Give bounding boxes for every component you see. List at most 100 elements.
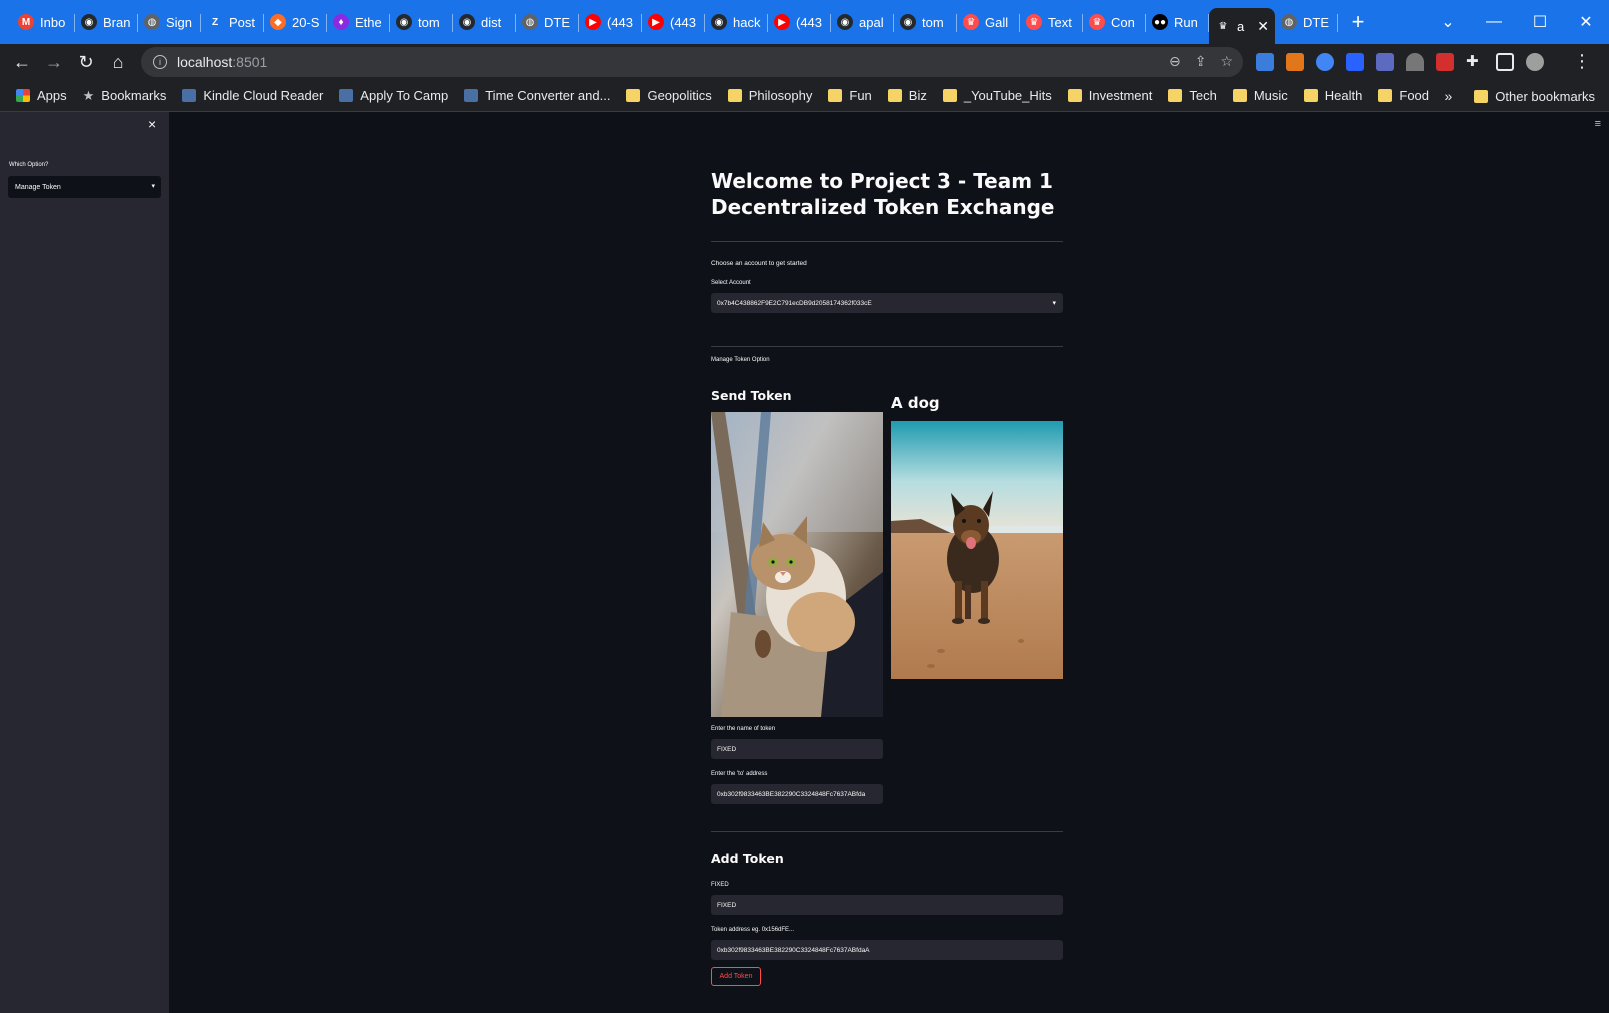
- bookmark-item[interactable]: Kindle Cloud Reader: [174, 88, 331, 103]
- bookmark-item[interactable]: Food: [1370, 88, 1437, 103]
- token-name-input[interactable]: FIXED: [711, 739, 883, 759]
- extension-icon[interactable]: [1406, 53, 1424, 71]
- zoho-icon: Z: [207, 14, 223, 30]
- bookmark-item[interactable]: Apply To Camp: [331, 88, 456, 103]
- browser-tab[interactable]: Z Post: [201, 0, 264, 44]
- bookmark-list: Apps ★ Bookmarks Kindle Cloud Reader Apply T…: [0, 88, 1437, 104]
- streamlit-app: × Which Option? Manage Token ▾ ≡ Welcome…: [0, 112, 1609, 1013]
- bookmark-item[interactable]: ★ Bookmarks: [75, 88, 175, 104]
- extension-icon[interactable]: [1316, 53, 1334, 71]
- browser-tab[interactable]: ◍ DTE: [1275, 0, 1338, 44]
- folder-icon: [626, 89, 641, 102]
- to-address-input[interactable]: 0xb302f9833463BE382290C3324848Fc7637ABfd…: [711, 784, 883, 804]
- youtube-icon: ▶: [585, 14, 601, 30]
- account-select-label: Select Account: [711, 280, 751, 286]
- bookmark-star-icon[interactable]: ☆: [1220, 53, 1233, 70]
- browser-tab[interactable]: ♛ Text: [1020, 0, 1083, 44]
- star-icon: ★: [82, 87, 95, 103]
- share-icon[interactable]: ⇪: [1195, 53, 1207, 70]
- bookmark-item[interactable]: Time Converter and...: [456, 88, 618, 103]
- close-tab-icon[interactable]: ✕: [1257, 18, 1269, 35]
- chevron-down-icon: ▾: [1052, 300, 1056, 307]
- streamlit-icon: ♛: [1089, 14, 1105, 30]
- add-token-button[interactable]: Add Token: [711, 967, 761, 986]
- bookmark-item[interactable]: Health: [1296, 88, 1371, 103]
- account-select[interactable]: 0x7b4C438862F9E2C791ecDB9d2058174362f033…: [711, 293, 1063, 313]
- chrome-menu-icon[interactable]: ⋮: [1573, 51, 1591, 72]
- browser-tab-active[interactable]: ♛ a ✕: [1209, 8, 1275, 44]
- apps-grid-icon: [16, 89, 30, 102]
- bookmark-item[interactable]: Apps: [8, 88, 75, 103]
- puzzle-extensions-icon[interactable]: ✚: [1466, 53, 1484, 71]
- browser-tab[interactable]: ◆ 20-S: [264, 0, 327, 44]
- bookmark-label: _YouTube_Hits: [963, 88, 1052, 103]
- tab-title: Gall: [985, 14, 1009, 30]
- token-address-input[interactable]: 0xb302f9833463BE382290C3324848Fc7637ABfd…: [711, 940, 1063, 960]
- browser-tab[interactable]: ◍ Sign: [138, 0, 201, 44]
- bookmark-item[interactable]: _YouTube_Hits: [935, 88, 1060, 103]
- browser-tab[interactable]: ◉ hack: [705, 0, 768, 44]
- extension-icon[interactable]: [1256, 53, 1274, 71]
- option-select[interactable]: Manage Token ▾: [8, 176, 161, 198]
- site-info-icon[interactable]: i: [153, 55, 167, 69]
- bookmark-label: Philosophy: [748, 88, 813, 103]
- bookmark-item[interactable]: Investment: [1060, 88, 1161, 103]
- other-bookmarks-folder[interactable]: Other bookmarks: [1466, 89, 1603, 104]
- browser-tab[interactable]: M Inbo: [12, 0, 75, 44]
- browser-tab[interactable]: ◉ dist: [453, 0, 516, 44]
- bookmark-label: Music: [1253, 88, 1288, 103]
- browser-tab[interactable]: ▶ (443: [768, 0, 831, 44]
- bookmark-item[interactable]: Philosophy: [720, 88, 821, 103]
- bookmark-item[interactable]: Geopolitics: [618, 88, 719, 103]
- back-button[interactable]: ←: [6, 46, 38, 78]
- close-window-button[interactable]: ✕: [1563, 12, 1609, 32]
- bookmark-item[interactable]: Tech: [1160, 88, 1224, 103]
- github-icon: ◉: [459, 14, 475, 30]
- tab-search-icon[interactable]: ⌄: [1425, 12, 1471, 32]
- browser-tab[interactable]: ▶ (443: [579, 0, 642, 44]
- extension-icon[interactable]: [1346, 53, 1364, 71]
- bookmark-item[interactable]: Music: [1225, 88, 1296, 103]
- forward-button[interactable]: →: [38, 46, 70, 78]
- extension-icon[interactable]: [1376, 53, 1394, 71]
- ethereum-icon: ♦: [333, 14, 349, 30]
- bookmark-item[interactable]: Fun: [820, 88, 879, 103]
- browser-tab[interactable]: ♦ Ethe: [327, 0, 390, 44]
- browser-tab[interactable]: ●● Run: [1146, 0, 1209, 44]
- bookmarks-overflow-button[interactable]: »: [1445, 88, 1453, 104]
- maximize-button[interactable]: ☐: [1517, 12, 1563, 32]
- dog-image: [891, 421, 1063, 679]
- manage-token-label: Manage Token Option: [711, 357, 770, 363]
- bookmark-label: Tech: [1189, 88, 1217, 103]
- app-menu-icon[interactable]: ≡: [1595, 118, 1601, 130]
- metamask-icon[interactable]: [1286, 53, 1304, 71]
- zoom-icon[interactable]: ⊖: [1169, 53, 1181, 70]
- browser-tab[interactable]: ▶ (443: [642, 0, 705, 44]
- folder-icon: [1067, 89, 1082, 102]
- new-tab-button[interactable]: +: [1338, 0, 1378, 44]
- browser-tab[interactable]: ♛ Con: [1083, 0, 1146, 44]
- address-bar[interactable]: i localhost:8501 ⊖ ⇪ ☆: [141, 47, 1243, 77]
- extension-icon[interactable]: [1436, 53, 1454, 71]
- add-token-name-input[interactable]: FIXED: [711, 895, 1063, 915]
- token-name-value: FIXED: [717, 745, 737, 753]
- minimize-button[interactable]: —: [1471, 13, 1517, 31]
- folder-icon: [942, 89, 957, 102]
- account-select-value: 0x7b4C438862F9E2C791ecDB9d2058174362f033…: [717, 299, 872, 307]
- add-token-name-value: FIXED: [717, 901, 737, 909]
- profile-avatar[interactable]: [1526, 53, 1544, 71]
- browser-tab[interactable]: ◉ Bran: [75, 0, 138, 44]
- bookmark-item[interactable]: Biz: [880, 88, 935, 103]
- folder-icon: [1474, 89, 1489, 103]
- home-button[interactable]: ⌂: [102, 46, 134, 78]
- close-sidebar-icon[interactable]: ×: [148, 116, 156, 132]
- browser-tab[interactable]: ◉ tom: [390, 0, 453, 44]
- github-icon: ◉: [81, 14, 97, 30]
- browser-tab[interactable]: ◉ apal: [831, 0, 894, 44]
- add-token-name-label: FIXED: [711, 882, 729, 888]
- reload-button[interactable]: ↻: [70, 46, 102, 78]
- browser-tab[interactable]: ◉ tom: [894, 0, 957, 44]
- side-panel-icon[interactable]: [1496, 53, 1514, 71]
- browser-tab[interactable]: ◍ DTE: [516, 0, 579, 44]
- browser-tab[interactable]: ♛ Gall: [957, 0, 1020, 44]
